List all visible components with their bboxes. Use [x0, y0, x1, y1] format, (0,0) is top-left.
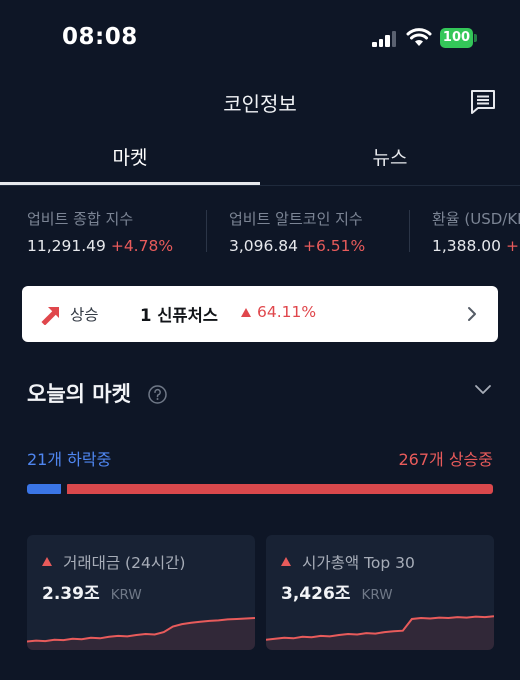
index-value: 11,291.49 [27, 237, 106, 255]
index-value: 3,096.84 [229, 237, 299, 255]
tab-market[interactable]: 마켓 [0, 136, 260, 186]
market-indices[interactable]: 업비트 종합 지수 11,291.49 +4.78% 업비트 알트코인 지수 3… [0, 198, 520, 266]
market-cap-sparkline [266, 615, 494, 650]
rise-label: 상승 [70, 306, 99, 324]
header: 코인정보 [0, 78, 520, 128]
market-cap-card[interactable]: 시가총액 Top 30 3,426조 KRW [266, 535, 494, 650]
message-lines-icon[interactable] [468, 87, 498, 117]
chevron-down-icon[interactable] [474, 382, 492, 396]
index-name: 업비트 알트코인 지수 [229, 210, 363, 228]
index-name: 환율 (USD/KRW) [432, 210, 520, 228]
section-title: 오늘의 마켓 [27, 382, 131, 406]
tab-bar: 마켓 뉴스 [0, 136, 520, 186]
rise-arrow-icon [41, 307, 59, 325]
index-divider [409, 210, 410, 252]
card-value: 3,426조 [281, 584, 351, 604]
triangle-up-icon [241, 308, 251, 317]
index-upbit-altcoin[interactable]: 업비트 알트코인 지수 3,096.84 +6.51% [229, 208, 365, 258]
index-exchange-rate[interactable]: 환율 (USD/KRW) 1,388.00 +0 [432, 208, 520, 258]
status-time: 08:08 [62, 24, 138, 50]
page-title: 코인정보 [223, 92, 297, 116]
wifi-icon [406, 28, 432, 46]
falling-count: 21개 하락중 [27, 450, 112, 469]
card-title: 거래대금 (24시간) [63, 554, 186, 572]
help-icon[interactable] [148, 385, 167, 404]
index-divider [206, 210, 207, 252]
index-name: 업비트 종합 지수 [27, 210, 134, 228]
rise-fall-ratio-bar [27, 483, 493, 495]
chevron-right-icon [468, 307, 476, 321]
card-unit: KRW [110, 587, 142, 603]
index-upbit-composite[interactable]: 업비트 종합 지수 11,291.49 +4.78% [27, 208, 173, 258]
ratio-rise-segment [67, 484, 493, 494]
rising-count: 267개 상승중 [398, 450, 493, 469]
triangle-up-icon [281, 557, 291, 566]
tab-news[interactable]: 뉴스 [260, 136, 520, 186]
triangle-up-icon [42, 557, 52, 566]
index-value: 1,388.00 [432, 237, 502, 255]
coin-name: 1 신퓨처스 [140, 306, 218, 325]
index-change: +0 [505, 237, 520, 255]
card-unit: KRW [361, 587, 393, 603]
trade-volume-sparkline [27, 617, 255, 650]
index-change: +6.51% [302, 237, 366, 255]
coin-change: 64.11% [257, 303, 317, 321]
ratio-fall-segment [27, 484, 61, 494]
top-riser-banner[interactable]: 상승 1 신퓨처스 64.11% [22, 286, 498, 342]
battery-level: 100 [442, 30, 471, 45]
battery-icon: 100 [440, 28, 477, 48]
index-change: +4.78% [110, 237, 174, 255]
trade-volume-card[interactable]: 거래대금 (24시간) 2.39조 KRW [27, 535, 255, 650]
status-bar: 08:08 100 [0, 0, 520, 78]
card-title: 시가총액 Top 30 [302, 554, 415, 572]
card-value: 2.39조 [42, 584, 100, 604]
cellular-signal-icon [372, 31, 398, 47]
tabs-divider [0, 185, 520, 186]
